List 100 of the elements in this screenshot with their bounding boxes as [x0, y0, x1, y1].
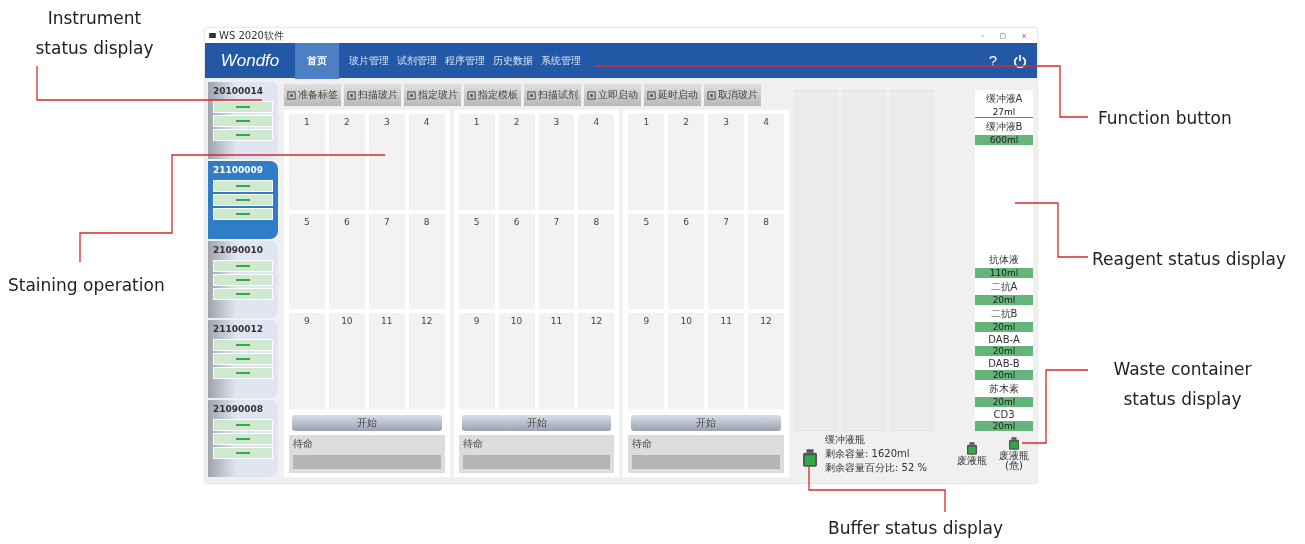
reagent-name: 抗体液 [989, 253, 1019, 267]
reagent-volume: 20ml [975, 370, 1033, 380]
instrument-id: 20100014 [213, 86, 265, 96]
toolbar-button[interactable]: 延时启动 [644, 84, 701, 106]
slide-slot[interactable]: 6 [498, 213, 535, 310]
slide-slot[interactable]: 11 [538, 313, 575, 409]
slide-slot[interactable]: 8 [408, 213, 445, 310]
bottle-icon [803, 449, 817, 467]
instrument-card[interactable]: 20100014 [208, 82, 278, 160]
slide-slot[interactable]: 12 [748, 313, 784, 409]
reagent-name: DAB-A [988, 334, 1020, 345]
slide-slot[interactable]: 7 [368, 213, 405, 310]
nav-tab[interactable]: 系统管理 [537, 42, 585, 79]
slide-slot[interactable]: 4 [748, 114, 784, 210]
slide-slot[interactable]: 9 [628, 313, 665, 409]
instrument-card[interactable]: 21100012 [208, 320, 278, 398]
nav-tab[interactable]: 首页 [295, 42, 339, 79]
slide-slot[interactable]: 10 [498, 313, 535, 409]
nav-tab[interactable]: 试剂管理 [393, 42, 441, 79]
instrument-card[interactable]: 21090010 [208, 240, 278, 319]
slide-slot[interactable]: 3 [538, 114, 575, 210]
toolbar-icon [707, 90, 716, 100]
nav-tab[interactable]: 玻片管理 [345, 42, 393, 79]
slide-slot[interactable]: 9 [289, 313, 325, 409]
slide-slot[interactable]: 11 [708, 313, 745, 409]
start-button[interactable]: 开始 [292, 415, 442, 431]
reagent-name: DAB-B [988, 358, 1020, 369]
slide-slot[interactable]: 3 [368, 114, 405, 210]
callout-label: Reagent status display [1092, 248, 1287, 271]
power-icon[interactable] [1013, 53, 1027, 68]
slide-slot[interactable]: 7 [708, 213, 745, 310]
slide-slot[interactable]: 1 [289, 114, 325, 210]
slide-slot[interactable]: 2 [498, 114, 535, 210]
instrument-id: 21100012 [213, 324, 265, 335]
reagent-volume: 20ml [975, 346, 1033, 356]
slide-slot[interactable]: 11 [368, 313, 405, 409]
slide-slot[interactable]: 10 [328, 313, 365, 409]
slide-slot[interactable]: 3 [708, 114, 745, 210]
nav-tab[interactable]: 历史数据 [489, 42, 537, 79]
slide-slot[interactable]: 2 [668, 114, 705, 210]
reagent-name: 缓冲液B [985, 120, 1023, 134]
toolbar-button[interactable]: 取消玻片 [704, 84, 761, 106]
slide-slot[interactable]: 5 [289, 213, 325, 310]
help-button[interactable]: ? [982, 51, 1003, 70]
slide-slot[interactable]: 12 [408, 313, 445, 409]
slide-slot[interactable]: 6 [328, 213, 365, 310]
toolbar-button[interactable]: 指定玻片 [404, 84, 461, 106]
instrument-card[interactable]: 21090008 [208, 399, 278, 478]
instrument-id: 21090008 [213, 403, 265, 414]
reagent-volume: 20ml [975, 397, 1033, 407]
slide-slot[interactable]: 1 [458, 114, 495, 210]
instrument-card[interactable]: 21100009 [208, 161, 278, 239]
toolbar-icon [467, 90, 476, 100]
bottle-icon [967, 441, 977, 455]
start-button[interactable]: 开始 [461, 415, 612, 431]
toolbar-icon [647, 90, 656, 100]
instrument-id: 21100009 [213, 165, 265, 176]
start-button[interactable]: 开始 [631, 415, 781, 431]
slide-slot[interactable]: 9 [458, 313, 495, 409]
slide-slot[interactable]: 4 [578, 114, 615, 210]
instrument-id: 21090010 [213, 244, 265, 255]
slide-slot[interactable]: 4 [408, 114, 445, 210]
logo: Wondfo [219, 50, 281, 71]
toolbar-button[interactable]: 指定模板 [464, 84, 521, 106]
slide-slot[interactable]: 5 [458, 213, 495, 310]
toolbar-button[interactable]: 立即启动 [584, 84, 641, 106]
reagent-volume: 20ml [975, 295, 1033, 305]
reagent-name: 缓冲液A [985, 92, 1023, 106]
toolbar-button[interactable]: 准备标签 [284, 84, 341, 106]
status-text: 待命 [293, 437, 314, 451]
slide-slot[interactable]: 10 [668, 313, 705, 409]
toolbar-icon [587, 90, 596, 100]
slide-slot[interactable]: 6 [668, 213, 705, 310]
slide-slot[interactable]: 8 [578, 213, 615, 310]
status-text: 待命 [462, 437, 484, 451]
slide-slot[interactable]: 7 [538, 213, 575, 310]
toolbar-button[interactable]: 扫描玻片 [344, 84, 401, 106]
slide-slot[interactable]: 2 [328, 114, 365, 210]
toolbar-icon [407, 90, 416, 100]
reagent-volume: 600ml [975, 135, 1033, 145]
callout-label: Waste container status display [1112, 358, 1253, 411]
reagent-volume: 20ml [975, 322, 1033, 332]
toolbar-icon [527, 90, 536, 100]
window-title: WS 2020软件 [219, 28, 284, 43]
reagent-name: 二抗A [990, 280, 1018, 294]
slide-slot[interactable]: 5 [628, 213, 665, 310]
toolbar-button[interactable]: 扫描试剂 [524, 84, 581, 106]
toolbar-icon [287, 90, 296, 100]
toolbar-icon [347, 90, 356, 100]
reagent-volume: 110ml [975, 268, 1033, 278]
reagent-name: 二抗B [990, 307, 1018, 321]
nav-tab[interactable]: 程序管理 [441, 42, 489, 79]
slide-slot[interactable]: 12 [578, 313, 615, 409]
buffer-info: 剩余容量百分比: 52 % [825, 461, 927, 475]
reagent-volume: 20ml [975, 421, 1033, 431]
callout-label: Buffer status display [828, 517, 1003, 540]
reagent-volume: 27ml [991, 107, 1017, 117]
slide-slot[interactable]: 8 [748, 213, 784, 310]
slide-slot[interactable]: 1 [628, 114, 665, 210]
status-text: 待命 [632, 437, 654, 451]
